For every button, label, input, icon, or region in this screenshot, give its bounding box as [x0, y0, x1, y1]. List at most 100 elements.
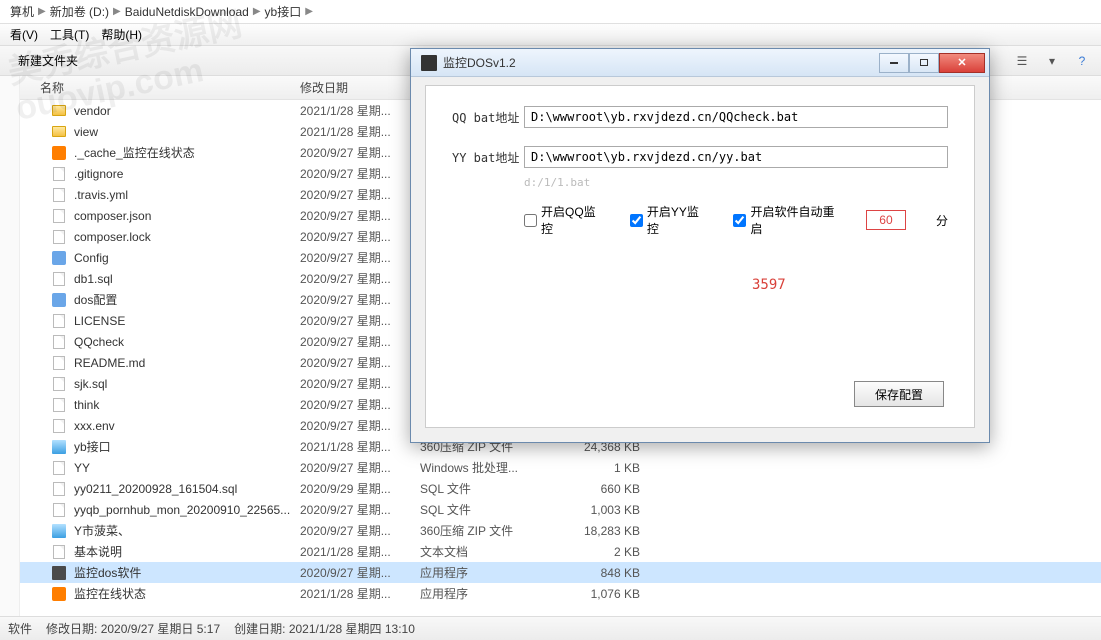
- menu-view[interactable]: 看(V): [4, 24, 44, 45]
- file-date: 2020/9/27 星期...: [300, 207, 420, 224]
- file-icon: [50, 355, 68, 371]
- file-icon: [50, 313, 68, 329]
- file-name: 基本说明: [74, 543, 300, 560]
- file-name: ._cache_监控在线状态: [74, 144, 300, 161]
- exe-icon: [50, 565, 68, 581]
- qq-bat-label: QQ bat地址: [452, 109, 524, 126]
- file-name: .travis.yml: [74, 188, 300, 202]
- file-date: 2020/9/27 星期...: [300, 417, 420, 434]
- file-date: 2021/1/28 星期...: [300, 585, 420, 602]
- checkbox-qq-input[interactable]: [524, 214, 537, 227]
- file-name: db1.sql: [74, 272, 300, 286]
- file-size: 1 KB: [560, 461, 660, 475]
- view-options-icon[interactable]: ▾: [1041, 50, 1063, 72]
- file-name: Y市菠菜、: [74, 522, 300, 539]
- file-name: vendor: [74, 104, 300, 118]
- file-row[interactable]: Y市菠菜、2020/9/27 星期...360压缩 ZIP 文件18,283 K…: [20, 520, 1101, 541]
- file-row[interactable]: 基本说明2021/1/28 星期...文本文档2 KB: [20, 541, 1101, 562]
- save-config-button[interactable]: 保存配置: [854, 381, 944, 407]
- file-row[interactable]: yy0211_20200928_161504.sql2020/9/29 星期..…: [20, 478, 1101, 499]
- file-row[interactable]: yyqb_pornhub_mon_20200910_22565...2020/9…: [20, 499, 1101, 520]
- file-date: 2020/9/27 星期...: [300, 354, 420, 371]
- col-date[interactable]: 修改日期: [300, 79, 420, 96]
- file-icon: [50, 208, 68, 224]
- file-date: 2020/9/27 星期...: [300, 270, 420, 287]
- file-date: 2021/1/28 星期...: [300, 102, 420, 119]
- breadcrumb-item[interactable]: BaiduNetdiskDownload: [125, 5, 249, 19]
- status-created: 2021/1/28 星期四 13:10: [289, 622, 415, 636]
- new-folder-button[interactable]: 新建文件夹: [8, 50, 88, 71]
- file-name: Config: [74, 251, 300, 265]
- checkbox-auto-restart[interactable]: 开启软件自动重启: [733, 203, 836, 237]
- file-date: 2020/9/27 星期...: [300, 312, 420, 329]
- chevron-right-icon: ▶: [253, 6, 261, 17]
- file-icon: [50, 229, 68, 245]
- file-name: xxx.env: [74, 419, 300, 433]
- menu-help[interactable]: 帮助(H): [95, 24, 148, 45]
- folder-icon: [50, 103, 68, 119]
- yy-bat-input[interactable]: [524, 146, 948, 168]
- file-row[interactable]: 监控dos软件2020/9/27 星期...应用程序848 KB: [20, 562, 1101, 583]
- status-created-label: 创建日期:: [234, 622, 285, 636]
- file-type: 应用程序: [420, 564, 560, 581]
- file-name: composer.lock: [74, 230, 300, 244]
- chevron-right-icon: ▶: [38, 6, 46, 17]
- checkbox-yy-input[interactable]: [630, 214, 643, 227]
- checkbox-qq[interactable]: 开启QQ监控: [524, 203, 600, 237]
- zip-icon: [50, 439, 68, 455]
- file-icon: [50, 502, 68, 518]
- minimize-button[interactable]: [879, 53, 909, 73]
- file-date: 2020/9/27 星期...: [300, 564, 420, 581]
- status-label: 软件: [8, 620, 32, 637]
- close-button[interactable]: [939, 53, 985, 73]
- view-mode-icon[interactable]: ☰: [1011, 50, 1033, 72]
- file-type: Windows 批处理...: [420, 459, 560, 476]
- checkbox-yy[interactable]: 开启YY监控: [630, 203, 704, 237]
- breadcrumb-item[interactable]: 算机: [10, 3, 34, 20]
- file-name: 监控在线状态: [74, 585, 300, 602]
- file-name: yy0211_20200928_161504.sql: [74, 482, 300, 496]
- file-icon: [50, 481, 68, 497]
- breadcrumb[interactable]: 算机▶ 新加卷 (D:)▶ BaiduNetdiskDownload▶ yb接口…: [0, 0, 1101, 24]
- file-date: 2020/9/27 星期...: [300, 228, 420, 245]
- file-size: 848 KB: [560, 566, 660, 580]
- file-date: 2021/1/28 星期...: [300, 543, 420, 560]
- breadcrumb-item[interactable]: yb接口: [265, 3, 302, 20]
- file-name: sjk.sql: [74, 377, 300, 391]
- cfg-icon: [50, 292, 68, 308]
- interval-unit: 分: [936, 212, 948, 229]
- window-title: 监控DOSv1.2: [443, 54, 879, 71]
- zip-icon: [50, 523, 68, 539]
- file-row[interactable]: YY2020/9/27 星期...Windows 批处理...1 KB: [20, 457, 1101, 478]
- file-date: 2020/9/27 星期...: [300, 186, 420, 203]
- file-date: 2020/9/27 星期...: [300, 144, 420, 161]
- file-type: 应用程序: [420, 585, 560, 602]
- file-row[interactable]: 监控在线状态2021/1/28 星期...应用程序1,076 KB: [20, 583, 1101, 604]
- titlebar[interactable]: 监控DOSv1.2: [411, 49, 989, 77]
- file-name: dos配置: [74, 291, 300, 308]
- menu-tools[interactable]: 工具(T): [44, 24, 95, 45]
- checkbox-auto-input[interactable]: [733, 214, 746, 227]
- maximize-button[interactable]: [909, 53, 939, 73]
- file-icon: [50, 418, 68, 434]
- file-date: 2020/9/27 星期...: [300, 396, 420, 413]
- qq-bat-input[interactable]: [524, 106, 948, 128]
- path-hint: d:/1/1.bat: [524, 176, 948, 189]
- file-icon: [50, 397, 68, 413]
- interval-input[interactable]: [866, 210, 906, 230]
- col-name[interactable]: 名称: [20, 79, 300, 96]
- file-icon: [50, 376, 68, 392]
- breadcrumb-item[interactable]: 新加卷 (D:): [50, 3, 109, 20]
- help-icon[interactable]: ?: [1071, 50, 1093, 72]
- file-size: 18,283 KB: [560, 524, 660, 538]
- file-name: yb接口: [74, 438, 300, 455]
- file-icon: [50, 187, 68, 203]
- file-name: .gitignore: [74, 167, 300, 181]
- file-icon: [50, 544, 68, 560]
- file-date: 2021/1/28 星期...: [300, 438, 420, 455]
- file-date: 2020/9/27 星期...: [300, 522, 420, 539]
- file-name: composer.json: [74, 209, 300, 223]
- file-icon: [50, 166, 68, 182]
- file-type: 360压缩 ZIP 文件: [420, 522, 560, 539]
- file-name: 监控dos软件: [74, 564, 300, 581]
